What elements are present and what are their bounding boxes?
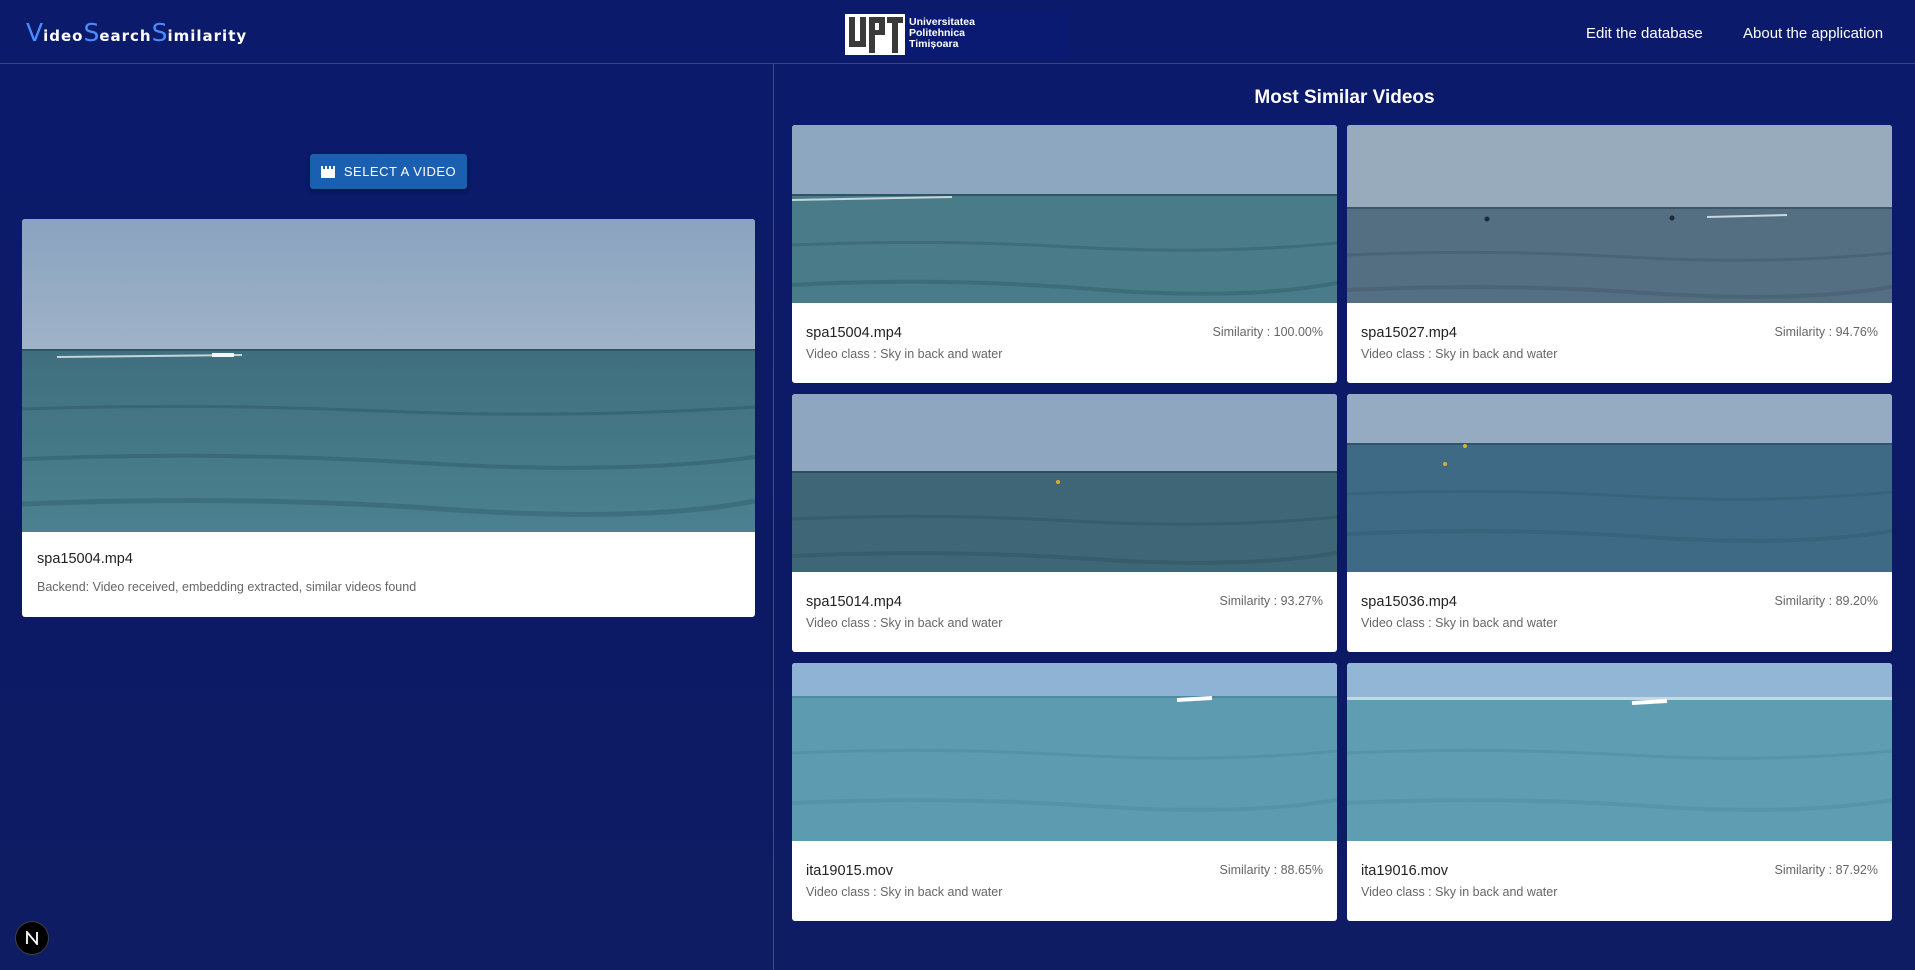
result-filename: ita19015.mov — [806, 863, 894, 879]
logo-line-3: Timișoara — [909, 38, 959, 50]
top-navigation-bar: VideoSearchSimilarity Universitatea Poli… — [0, 0, 1915, 64]
brand-word-ideo: ideo — [43, 27, 84, 45]
brand-letter-s2: S — [151, 18, 168, 47]
result-video-class: Video class : Sky in back and water — [806, 885, 1003, 899]
backend-status-text: Backend: Video received, embedding extra… — [37, 580, 417, 594]
result-filename: spa15036.mp4 — [1361, 594, 1457, 610]
nav-edit-database-link[interactable]: Edit the database — [1586, 25, 1703, 42]
nav-about-link[interactable]: About the application — [1743, 25, 1883, 42]
result-similarity: Similarity : 100.00% — [1212, 325, 1323, 339]
result-similarity: Similarity : 88.65% — [1219, 863, 1323, 877]
result-card[interactable]: spa15027.mp4 Similarity : 94.76% Video c… — [1347, 125, 1892, 383]
result-thumbnail[interactable] — [792, 125, 1337, 303]
query-video-player[interactable] — [22, 219, 755, 532]
results-heading: Most Similar Videos — [1254, 87, 1435, 108]
clapperboard-icon — [320, 165, 335, 178]
result-card[interactable]: spa15014.mp4 Similarity : 93.27% Video c… — [792, 394, 1337, 652]
result-filename: ita19016.mov — [1361, 863, 1449, 879]
result-card[interactable]: spa15004.mp4 Similarity : 100.00% Video … — [792, 125, 1337, 383]
result-video-class: Video class : Sky in back and water — [1361, 347, 1558, 361]
result-card[interactable]: ita19015.mov Similarity : 88.65% Video c… — [792, 663, 1337, 921]
result-card[interactable]: spa15036.mp4 Similarity : 89.20% Video c… — [1347, 394, 1892, 652]
result-video-class: Video class : Sky in back and water — [1361, 616, 1558, 630]
result-thumbnail[interactable] — [1347, 394, 1892, 572]
result-filename: spa15004.mp4 — [806, 325, 902, 341]
app-brand[interactable]: VideoSearchSimilarity — [26, 18, 247, 47]
brand-word-earch: earch — [99, 27, 152, 45]
query-video-card: spa15004.mp4 Backend: Video received, em… — [22, 219, 755, 617]
result-thumbnail[interactable] — [1347, 125, 1892, 303]
panel-divider — [773, 64, 774, 970]
n-glyph-icon — [26, 931, 38, 945]
result-similarity: Similarity : 87.92% — [1774, 863, 1878, 877]
result-video-class: Video class : Sky in back and water — [806, 347, 1003, 361]
upt-logo-mark — [845, 14, 905, 55]
result-filename: spa15014.mp4 — [806, 594, 902, 610]
result-card[interactable]: ita19016.mov Similarity : 87.92% Video c… — [1347, 663, 1892, 921]
select-video-button[interactable]: SELECT A VIDEO — [310, 154, 467, 189]
result-similarity: Similarity : 93.27% — [1219, 594, 1323, 608]
upt-logo: Universitatea Politehnica Timișoara — [843, 12, 1068, 57]
brand-letter-s1: S — [83, 18, 100, 47]
n-logo-icon[interactable] — [15, 921, 49, 955]
result-filename: spa15027.mp4 — [1361, 325, 1457, 341]
result-thumbnail[interactable] — [1347, 663, 1892, 841]
query-video-filename: spa15004.mp4 — [37, 551, 133, 567]
result-video-class: Video class : Sky in back and water — [806, 616, 1003, 630]
upt-logo-text: Universitatea Politehnica Timișoara — [909, 17, 975, 50]
brand-letter-v: V — [26, 18, 44, 47]
result-thumbnail[interactable] — [792, 663, 1337, 841]
select-video-label: SELECT A VIDEO — [343, 164, 457, 179]
result-similarity: Similarity : 89.20% — [1774, 594, 1878, 608]
brand-word-imilarity: imilarity — [167, 27, 248, 45]
result-similarity: Similarity : 94.76% — [1774, 325, 1878, 339]
result-video-class: Video class : Sky in back and water — [1361, 885, 1558, 899]
result-thumbnail[interactable] — [792, 394, 1337, 572]
